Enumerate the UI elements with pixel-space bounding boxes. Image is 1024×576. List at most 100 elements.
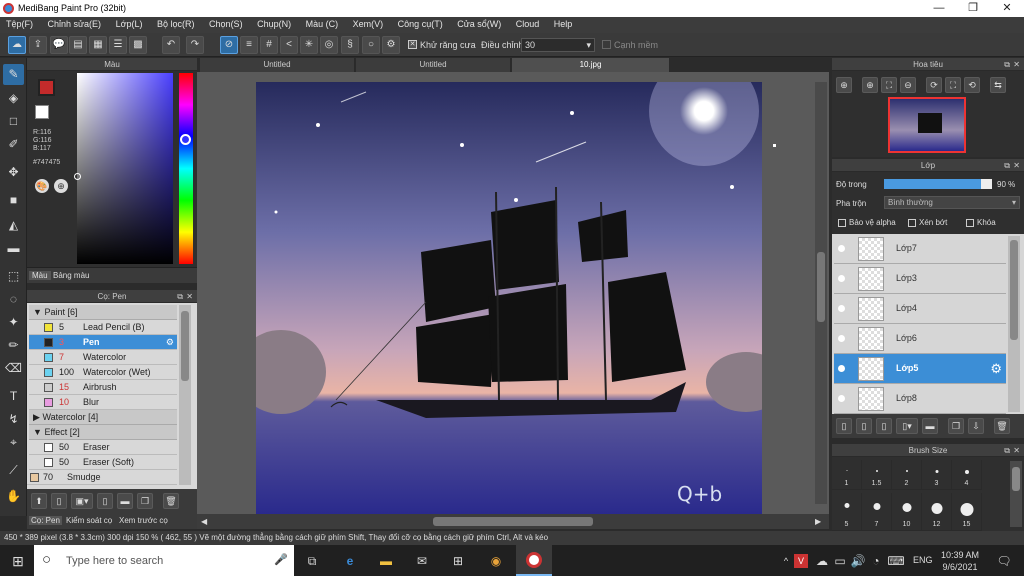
grid-snap-icon[interactable]: #	[260, 36, 278, 54]
flip-icon[interactable]: ⇆	[990, 77, 1006, 93]
zoom-in-icon[interactable]: ⊕	[836, 77, 852, 93]
language-indicator[interactable]: ENG	[913, 555, 933, 565]
tab-color[interactable]: Màu	[29, 271, 51, 280]
hue-slider[interactable]	[179, 73, 193, 264]
bucket-tool-icon[interactable]: ◭	[3, 215, 24, 236]
fill-shape-tool-icon[interactable]: ■	[3, 190, 24, 211]
scrollbar-thumb[interactable]	[1012, 467, 1020, 491]
scrollbar-thumb[interactable]	[433, 517, 593, 526]
adjust-dropdown[interactable]: 30 ▾	[521, 38, 595, 52]
select-pen-tool-icon[interactable]: ✏	[3, 335, 24, 356]
lock-checkbox[interactable]	[966, 219, 974, 227]
volume-icon[interactable]: 🔊	[848, 551, 868, 571]
new-1bit-layer-icon[interactable]: ▯	[876, 418, 892, 434]
medibang-taskbar-button[interactable]	[516, 545, 552, 576]
menu-filter[interactable]: Bộ lọc(R)	[151, 17, 201, 29]
brush-list-scrollbar[interactable]	[179, 305, 191, 485]
brush-group-watercolor[interactable]: ▶ Watercolor [4]	[29, 410, 177, 425]
brush-size-option[interactable]: 1	[832, 460, 862, 490]
antialias-checkbox[interactable]: ✕	[408, 40, 417, 49]
maximize-button[interactable]: ❐	[956, 0, 990, 17]
document-icon[interactable]: ▦	[89, 36, 107, 54]
layer-row[interactable]: Lớp3	[834, 264, 1006, 294]
tab-brush-control[interactable]: Kiểm soát cọ	[66, 516, 112, 525]
new-layer-icon[interactable]: ▯	[836, 418, 852, 434]
menu-layer[interactable]: Lớp(L)	[110, 17, 149, 29]
brush-tool-icon[interactable]: ✎	[3, 64, 24, 85]
battery-icon[interactable]: ▭	[830, 551, 850, 571]
file-explorer-icon[interactable]: ▬	[376, 551, 396, 571]
brush-size-option[interactable]: 4	[952, 460, 982, 490]
windows-start-icon[interactable]: ⊞	[8, 551, 28, 571]
saturation-value-picker[interactable]	[77, 73, 173, 264]
layer-list-scrollbar[interactable]	[1008, 236, 1020, 412]
close-button[interactable]: ✕	[990, 0, 1024, 17]
gradient-tool-icon[interactable]: ▬	[3, 238, 24, 259]
close-icon[interactable]: ✕	[1013, 444, 1020, 457]
wifi-icon[interactable]: ◔	[866, 551, 886, 571]
select-eraser-tool-icon[interactable]: ⌫	[3, 358, 24, 379]
brush-item[interactable]: 15 Airbrush	[29, 380, 177, 395]
scrollbar-thumb[interactable]	[181, 311, 189, 381]
menu-color[interactable]: Màu (C)	[300, 17, 345, 29]
menu-snap[interactable]: Chụp(N)	[251, 17, 297, 29]
navigator-thumbnail[interactable]	[888, 97, 966, 153]
eye-icon[interactable]	[838, 395, 845, 402]
mail-icon[interactable]: ✉	[412, 551, 432, 571]
vertical-scrollbar[interactable]	[815, 82, 827, 504]
scrollbar-thumb[interactable]	[1010, 240, 1018, 340]
brush-size-option[interactable]: 3	[922, 460, 952, 490]
merge-layer-icon[interactable]: ⇩	[968, 418, 984, 434]
dot-pen-tool-icon[interactable]: ✐	[3, 134, 24, 155]
fit-screen-icon[interactable]: ⛶	[881, 77, 897, 93]
tab-brush[interactable]: Cọ: Pen	[29, 516, 62, 525]
gear-icon[interactable]: ⚙	[990, 361, 1002, 377]
notification-icon[interactable]: 🗨	[994, 551, 1014, 571]
eye-icon[interactable]	[838, 305, 845, 312]
undo-icon[interactable]: ↶	[162, 36, 180, 54]
close-icon[interactable]: ✕	[1013, 159, 1020, 172]
eraser-tool-icon[interactable]: ◈	[3, 88, 24, 109]
lasso-tool-icon[interactable]: ◌	[3, 289, 24, 310]
rectangle-tool-icon[interactable]: □	[3, 111, 24, 132]
hue-slider-handle[interactable]	[180, 134, 191, 145]
scroll-right-icon[interactable]: ▶	[815, 517, 821, 526]
import-brush-icon[interactable]: ▯	[97, 493, 113, 509]
taskbar-search-box[interactable]: ○ Type here to search 🎤	[34, 545, 294, 576]
select-tool-icon[interactable]: ⬚	[3, 266, 24, 287]
palette-add-icon[interactable]: ⊕	[54, 179, 68, 193]
brush-size-option[interactable]: 12	[922, 493, 952, 531]
popout-icon[interactable]: ⧉	[1004, 444, 1010, 457]
onedrive-icon[interactable]: ☁	[812, 551, 832, 571]
duplicate-icon[interactable]: ❐	[137, 493, 153, 509]
popout-icon[interactable]: ⧉	[1004, 58, 1010, 71]
brush-item-selected[interactable]: 3 Pen ⚙	[29, 335, 177, 350]
palette-icon[interactable]: 🎨	[35, 179, 49, 193]
menu-tools[interactable]: Công cụ(T)	[392, 17, 449, 29]
brush-item[interactable]: 10 Blur	[29, 395, 177, 410]
trash-icon[interactable]: 🗑	[163, 493, 179, 509]
chevron-up-icon[interactable]: ^	[776, 551, 796, 571]
menu-cloud[interactable]: Cloud	[510, 17, 546, 29]
add-brush-icon[interactable]: ⬆	[31, 493, 47, 509]
ellipse-snap-icon[interactable]: ○	[362, 36, 380, 54]
new-halftone-layer-icon[interactable]: ▯	[856, 418, 872, 434]
brush-size-option[interactable]: 7	[862, 493, 892, 531]
brush-item[interactable]: 5 Lead Pencil (B)	[29, 320, 177, 335]
gear-icon[interactable]: ⚙	[166, 335, 174, 350]
brush-item[interactable]: 70 Smudge	[27, 470, 177, 485]
minimize-button[interactable]: —	[922, 0, 956, 17]
zoom-in-alt-icon[interactable]: ⊕	[862, 77, 878, 93]
radial-snap-icon[interactable]: ✳	[300, 36, 318, 54]
list-icon[interactable]: ☰	[109, 36, 127, 54]
tab-untitled-2[interactable]: Untitled	[356, 58, 511, 72]
layer-row-selected[interactable]: Lớp5 ⚙	[834, 354, 1006, 384]
clipping-checkbox[interactable]	[908, 219, 916, 227]
zoom-out-icon[interactable]: ⊖	[900, 77, 916, 93]
close-icon[interactable]: ✕	[1013, 58, 1020, 71]
share-icon[interactable]: ⇪	[29, 36, 47, 54]
menu-view[interactable]: Xem(V)	[347, 17, 390, 29]
comment-icon[interactable]: 💬	[50, 36, 68, 54]
tab-image[interactable]: 10.jpg	[512, 58, 670, 72]
snap-off-icon[interactable]: ⊘	[220, 36, 238, 54]
